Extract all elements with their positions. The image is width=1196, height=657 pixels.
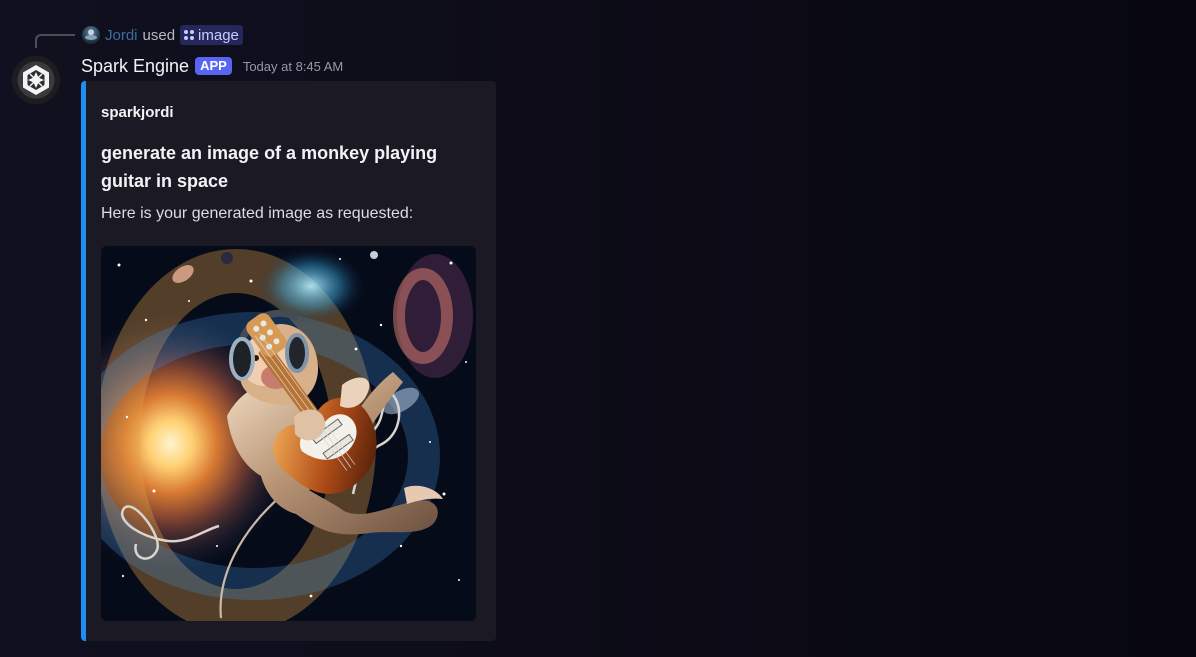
command-name: image [198,26,239,44]
embed-description: Here is your generated image as requeste… [101,205,414,222]
spark-engine-logo-icon [23,65,49,95]
message-embed: sparkjordi generate an image of a monkey… [81,81,496,641]
reply-used-label: used [142,26,176,44]
jordi-avatar[interactable] [82,26,100,44]
command-icon [184,30,195,40]
app-badge: APP [195,57,232,75]
embed-title: generate an image of a monkey playing gu… [101,143,438,191]
reply-context[interactable]: Jordi used image [82,24,243,46]
slash-command-chip[interactable]: image [180,25,243,45]
chat-area: Jordi used image Spark Engine APP Today … [0,0,1196,657]
message-header: Spark Engine APP Today at 8:45 AM [81,54,343,78]
reply-user-name[interactable]: Jordi [105,27,138,44]
message-timestamp[interactable]: Today at 8:45 AM [243,59,343,74]
reply-connector [35,34,75,48]
generated-image[interactable] [101,246,476,621]
author-name[interactable]: Spark Engine [81,56,189,77]
embed-author: sparkjordi [101,104,174,121]
spark-engine-avatar[interactable] [12,56,60,104]
